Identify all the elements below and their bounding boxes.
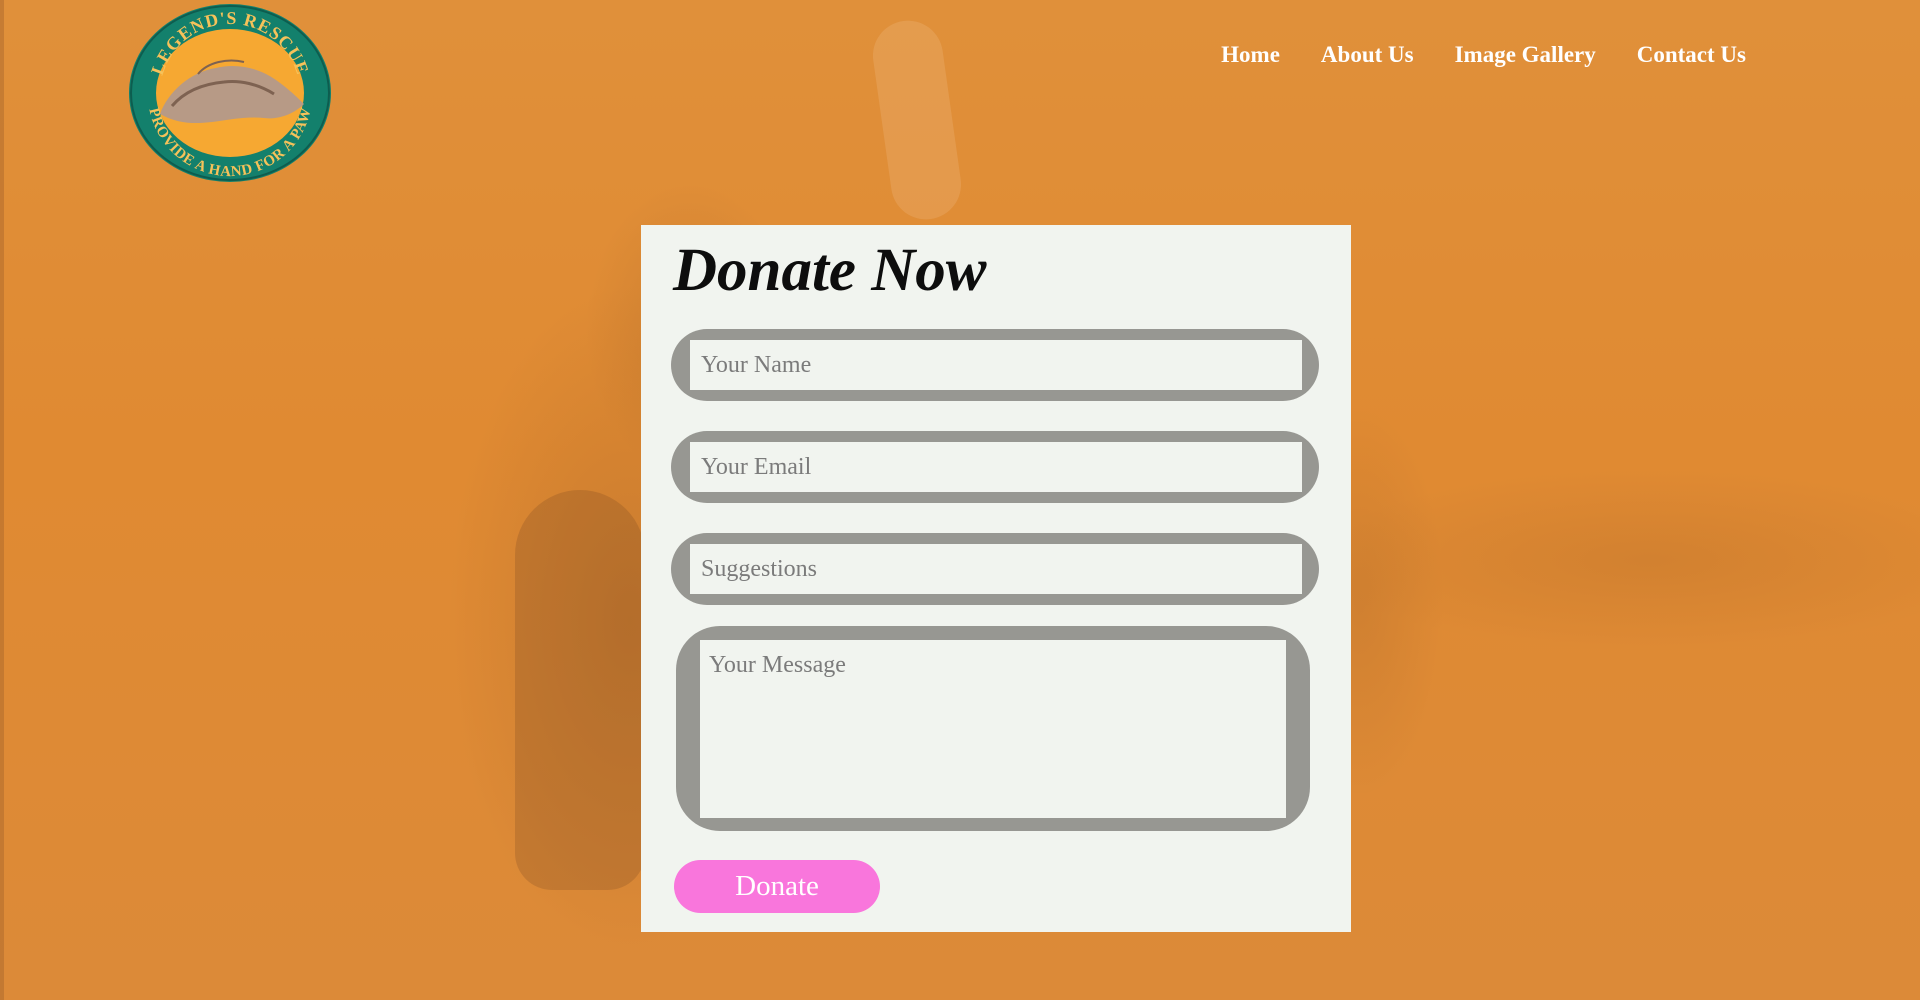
name-field-frame: [671, 329, 1319, 401]
donate-title: Donate Now: [673, 237, 987, 304]
donate-button[interactable]: Donate: [674, 860, 880, 913]
main-nav: Home About Us Image Gallery Contact Us: [1180, 42, 1746, 68]
donate-form-card: Donate Now Donate: [641, 225, 1351, 932]
background-dog: [515, 490, 645, 890]
page: LEGEND'S RESCUE PROVIDE A HAND FOR A PAW…: [0, 0, 1920, 1000]
background-edge: [0, 0, 4, 1000]
suggestions-input[interactable]: [690, 544, 1302, 594]
nav-contact-us[interactable]: Contact Us: [1637, 42, 1746, 68]
message-field-frame: [676, 626, 1310, 831]
nav-image-gallery[interactable]: Image Gallery: [1455, 42, 1596, 68]
email-field-frame: [671, 431, 1319, 503]
name-input[interactable]: [690, 340, 1302, 390]
nav-about-us[interactable]: About Us: [1321, 42, 1414, 68]
email-input[interactable]: [690, 442, 1302, 492]
nav-home[interactable]: Home: [1221, 42, 1280, 68]
logo[interactable]: LEGEND'S RESCUE PROVIDE A HAND FOR A PAW: [128, 2, 332, 182]
suggestions-field-frame: [671, 533, 1319, 605]
message-textarea[interactable]: [700, 640, 1286, 818]
